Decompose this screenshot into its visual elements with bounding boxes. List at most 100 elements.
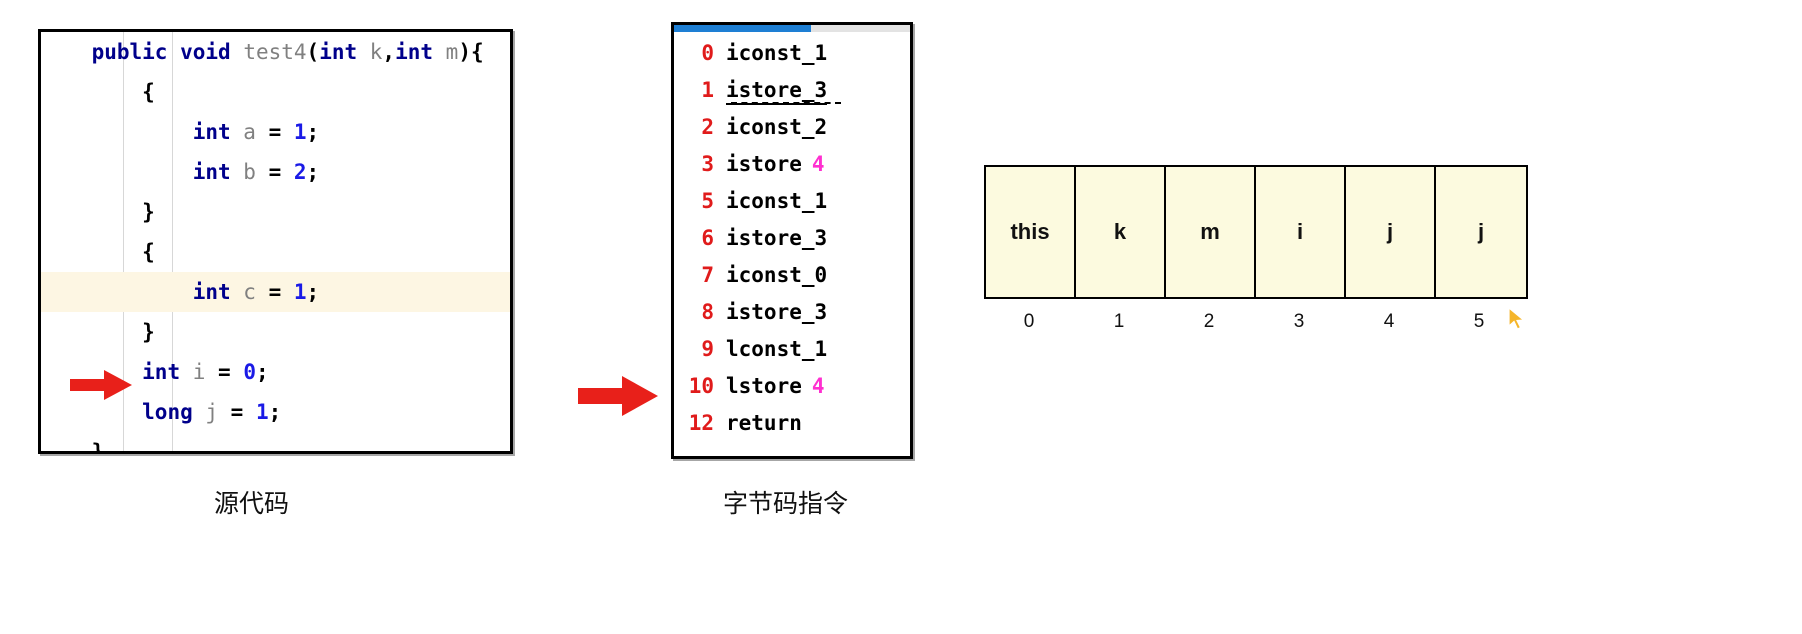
bytecode-offset: 0 (701, 41, 714, 65)
bytecode-mnemonic: istore (726, 152, 802, 176)
bytecode-mnemonic: iconst_1 (726, 41, 828, 65)
bytecode-mnemonic: istore_3 (726, 226, 828, 250)
bytecode-mnemonic: return (726, 411, 802, 435)
bytecode-mnemonic: iconst_1 (726, 189, 828, 213)
bytecode-offset: 7 (701, 263, 714, 287)
slide-canvas: public void test4(int k,int m){ { int a … (0, 0, 1802, 634)
code-token-num: 1 (293, 280, 307, 304)
slot-cell[interactable]: i (1256, 167, 1346, 297)
code-token-id: m (445, 40, 459, 64)
code-token-pun: = (268, 280, 294, 304)
code-line[interactable]: } (41, 192, 510, 232)
code-line[interactable]: { (41, 232, 510, 272)
code-token-pun: ; (255, 360, 269, 384)
bytecode-mnemonic: lconst_1 (726, 337, 828, 361)
code-token-brace: } (142, 200, 155, 224)
bytecode-line[interactable]: 7 iconst_0 (674, 257, 910, 294)
bytecode-offset: 5 (701, 189, 714, 213)
slot-table[interactable]: this k m i j j (984, 165, 1528, 299)
code-token-pun: = (268, 120, 294, 144)
bytecode-line-container: 0 iconst_1 1 istore_3 2 iconst_2 3 istore 4 5 icon… (674, 35, 910, 456)
code-token-id: i (192, 360, 219, 384)
code-token-pun: = (218, 360, 244, 384)
code-token-id: a (243, 120, 269, 144)
code-token-brace: { (142, 80, 155, 104)
slot-cell[interactable]: k (1076, 167, 1166, 297)
bytecode-line[interactable]: 9 lconst_1 (674, 331, 910, 368)
caption-bytecode: 字节码指令 (723, 489, 849, 518)
code-token-brace: } (142, 320, 155, 344)
bytecode-line[interactable]: 8 istore_3 (674, 294, 910, 331)
bytecode-offset: 9 (701, 337, 714, 361)
code-token-kw: void (180, 40, 244, 64)
bytecode-line[interactable]: 6 istore_3 (674, 220, 910, 257)
bytecode-mnemonic: istore_3 (726, 300, 828, 324)
code-token-num: 0 (243, 360, 256, 384)
code-token-kw: int (192, 120, 244, 144)
slot-cell[interactable]: this (986, 167, 1076, 297)
code-token-kw: int (142, 360, 193, 384)
bytecode-line[interactable]: 0 iconst_1 (674, 35, 910, 72)
code-token-kw: int (395, 40, 446, 64)
bytecode-mnemonic: lstore (726, 374, 802, 398)
bytecode-operand: 4 (811, 152, 825, 176)
bytecode-line[interactable]: 5 iconst_1 (674, 183, 910, 220)
code-token-pun: ; (268, 400, 282, 424)
code-token-kw: long (142, 400, 206, 424)
code-token-kw: int (192, 160, 244, 184)
red-arrow-icon (578, 376, 658, 416)
code-line[interactable]: } (41, 312, 510, 352)
bytecode-panel[interactable]: 0 iconst_1 1 istore_3 2 iconst_2 3 istore 4 5 icon… (671, 22, 913, 459)
bytecode-mnemonic: iconst_2 (726, 115, 828, 139)
slot-index-label: 2 (1203, 311, 1215, 332)
code-line[interactable]: int b = 2; (41, 152, 510, 192)
code-token-pun: ; (306, 120, 320, 144)
code-line[interactable]: { (41, 72, 510, 112)
scrollbar-thumb[interactable] (674, 25, 811, 32)
code-token-brace: } (92, 440, 105, 451)
bytecode-line[interactable]: 1 istore_3 (674, 72, 910, 109)
slot-table-wrapper: this k m i j j 012345 (984, 165, 1528, 333)
bytecode-mnemonic: istore_3 (726, 78, 828, 105)
bytecode-mnemonic: iconst_0 (726, 263, 828, 287)
slot-cell[interactable]: m (1166, 167, 1256, 297)
bytecode-operand: 4 (811, 374, 825, 398)
code-line[interactable]: public void test4(int k,int m){ (41, 32, 510, 72)
code-line[interactable]: int c = 1; (41, 272, 510, 312)
mouse-cursor-icon (1508, 307, 1526, 330)
slot-cell[interactable]: j (1346, 167, 1436, 297)
slot-cell[interactable]: j (1436, 167, 1526, 297)
bytecode-line[interactable]: 10 lstore 4 (674, 368, 910, 405)
slot-index-row: 012345 (984, 311, 1528, 333)
code-token-num: 1 (293, 120, 307, 144)
bytecode-offset: 1 (701, 78, 714, 102)
bytecode-line[interactable]: 3 istore 4 (674, 146, 910, 183)
code-token-pun: ; (306, 280, 320, 304)
code-token-pun: , (382, 40, 396, 64)
code-token-pun: ){ (458, 40, 484, 64)
dashed-underline (731, 102, 841, 104)
bytecode-offset: 2 (701, 115, 714, 139)
bytecode-scrollbar[interactable] (674, 25, 910, 32)
code-token-id: j (205, 400, 231, 424)
code-line[interactable]: int a = 1; (41, 112, 510, 152)
code-token-pun: = (268, 160, 294, 184)
code-line[interactable]: } (41, 432, 510, 451)
code-token-id: k (369, 40, 383, 64)
bytecode-line[interactable]: 2 iconst_2 (674, 109, 910, 146)
bytecode-line[interactable]: 12 return (674, 405, 910, 442)
red-arrow-icon (70, 370, 132, 400)
code-token-id: test4 (243, 40, 307, 64)
bytecode-offset: 3 (701, 152, 714, 176)
slot-index-label: 3 (1293, 311, 1305, 332)
slot-index-label: 4 (1383, 311, 1395, 332)
bytecode-offset: 8 (701, 300, 714, 324)
code-token-pun: ( (306, 40, 320, 64)
